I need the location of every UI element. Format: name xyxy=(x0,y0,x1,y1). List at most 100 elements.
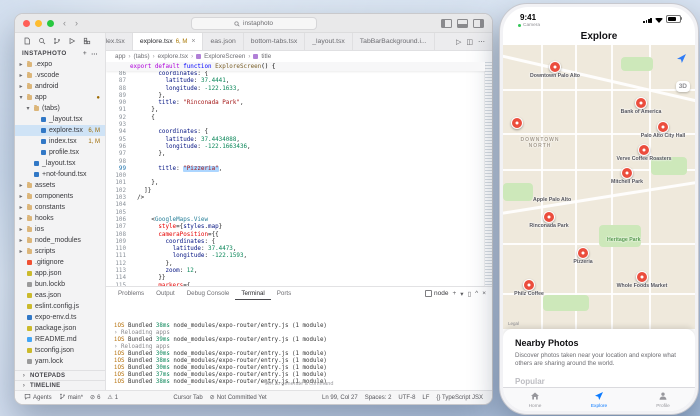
map-pin-pizzeria[interactable] xyxy=(577,247,589,259)
map-pin-downtown-palo-alto[interactable] xyxy=(549,61,561,73)
tree-item-expo[interactable]: ▸.expo xyxy=(15,59,105,70)
breadcrumb[interactable]: app›(tabs)›explore.tsx›ExploreScreen›tit… xyxy=(106,51,492,62)
tree-item-tsconfig-json[interactable]: tsconfig.json xyxy=(15,345,105,356)
map-pin-verve-coffee-roasters[interactable] xyxy=(638,144,650,156)
status-lf[interactable]: LF xyxy=(422,395,429,401)
status-typescript-jsx[interactable]: {} TypeScript JSX xyxy=(436,395,483,401)
activity-run-debug-icon[interactable] xyxy=(68,32,76,50)
split-terminal-icon[interactable]: ▾ xyxy=(460,290,463,298)
map-pin-philz-coffee[interactable] xyxy=(523,279,535,291)
maximize-panel-icon[interactable]: ^ xyxy=(475,290,478,297)
editor-tab-explore-tsx[interactable]: explore.tsx6, M× xyxy=(133,33,204,50)
close-window-button[interactable] xyxy=(23,20,30,27)
panel-tab-ports[interactable]: Ports xyxy=(271,287,297,300)
editor-tab-eas-json[interactable]: eas.json xyxy=(203,33,243,50)
terminal-output[interactable]: iOS Bundled 38ms node_modules/expo-route… xyxy=(106,300,492,390)
editor-more-actions-icon[interactable]: ⋯ xyxy=(478,38,485,46)
code-editor[interactable]: export default function ExploreScreen() … xyxy=(106,62,492,286)
titlebar[interactable]: ‹ › instaphoto xyxy=(15,14,492,33)
locate-me-button[interactable] xyxy=(676,53,687,64)
editor-tab-index-tsx[interactable]: index.tsx xyxy=(106,33,133,50)
breadcrumb-item-title[interactable]: title xyxy=(261,53,271,60)
status-utf-8[interactable]: UTF-8 xyxy=(398,395,415,401)
activity-extensions-icon[interactable] xyxy=(83,32,91,50)
tree-item-node-modules[interactable]: ▸node_modules xyxy=(15,235,105,246)
toggle-primary-sidebar-icon[interactable] xyxy=(441,19,452,28)
status-ln-99-col-27[interactable]: Ln 99, Col 27 xyxy=(322,395,358,401)
tree-item-profile-tsx[interactable]: profile.tsx xyxy=(15,147,105,158)
tree-item-bun-lockb[interactable]: bun.lockb xyxy=(15,279,105,290)
map-legal-link[interactable]: Legal xyxy=(508,321,519,326)
phone-tab-profile[interactable]: Profile xyxy=(631,388,695,411)
tree-item-gitignore[interactable]: .gitignore xyxy=(15,257,105,268)
kill-terminal-icon[interactable]: ▯ xyxy=(468,290,472,298)
map-pin-palo-alto-city-hall[interactable] xyxy=(657,121,669,133)
map-pin-mitchell-park[interactable] xyxy=(621,167,633,179)
status-main[interactable]: main* xyxy=(59,393,83,402)
editor-tab-bottom-tabs-tsx[interactable]: bottom-tabs.tsx xyxy=(244,33,305,50)
tree-item-not-found-tsx[interactable]: +not-found.tsx xyxy=(15,169,105,180)
map-pin-whole-foods-market[interactable] xyxy=(636,271,648,283)
nav-forward-icon[interactable]: › xyxy=(75,19,78,28)
phone-tab-explore[interactable]: Explore xyxy=(567,388,631,411)
map-view[interactable]: 3D Legal DOWNTOWN NORTHApple Palo AltoHe… xyxy=(503,45,695,329)
toggle-secondary-sidebar-icon[interactable] xyxy=(473,19,484,28)
status-agents[interactable]: Agents xyxy=(24,393,52,402)
map-pin-unlabeled[interactable] xyxy=(511,117,523,129)
run-icon[interactable]: ▷ xyxy=(456,38,461,46)
tree-item-ios[interactable]: ▸ios xyxy=(15,224,105,235)
close-panel-icon[interactable]: × xyxy=(482,290,486,297)
breadcrumb-item-app[interactable]: app xyxy=(115,53,126,60)
tree-item-yarn-lock[interactable]: yarn.lock xyxy=(15,356,105,367)
tree-item-index-tsx[interactable]: index.tsx1, M xyxy=(15,136,105,147)
phone-tab-home[interactable]: Home xyxy=(503,388,567,411)
tree-item-scripts[interactable]: ▸scripts xyxy=(15,246,105,257)
nav-back-icon[interactable]: ‹ xyxy=(63,19,66,28)
code-content[interactable]: coordinates: { latitude: 37.4441, longit… xyxy=(130,62,484,286)
tree-item-app-json[interactable]: app.json xyxy=(15,268,105,279)
terminal-shell-badge[interactable]: node xyxy=(425,290,448,297)
panel-tab-terminal[interactable]: Terminal xyxy=(235,287,270,300)
toggle-panel-icon[interactable] xyxy=(457,19,468,28)
zoom-window-button[interactable] xyxy=(47,20,54,27)
panel-tab-debug-console[interactable]: Debug Console xyxy=(181,287,236,300)
timeline-section[interactable]: ›TIMELINE xyxy=(15,380,105,390)
breadcrumb-item-explore-tsx[interactable]: explore.tsx xyxy=(158,53,188,60)
breadcrumb-item-explorescreen[interactable]: ExploreScreen xyxy=(204,53,245,60)
activity-search-icon[interactable] xyxy=(38,32,46,50)
tree-item-constants[interactable]: ▸constants xyxy=(15,202,105,213)
tree-item-layout-tsx[interactable]: _layout.tsx xyxy=(15,158,105,169)
command-center-search[interactable]: instaphoto xyxy=(191,17,317,30)
tree-item-explore-tsx[interactable]: explore.tsx6, M xyxy=(15,125,105,136)
panel-tab-output[interactable]: Output xyxy=(150,287,181,300)
tree-item-expo-env-d-ts[interactable]: expo-env.d.ts xyxy=(15,312,105,323)
map-3d-button[interactable]: 3D xyxy=(676,81,690,92)
tree-item-assets[interactable]: ▸assets xyxy=(15,180,105,191)
tree-item-app[interactable]: ▾app● xyxy=(15,92,105,103)
status-not-committed-yet[interactable]: ⊘Not Committed Yet xyxy=(210,394,267,401)
panel-tab-problems[interactable]: Problems xyxy=(112,287,150,300)
status-spaces-2[interactable]: Spaces: 2 xyxy=(365,395,392,401)
activity-source-control-icon[interactable] xyxy=(53,32,61,50)
tab-close-icon[interactable]: × xyxy=(191,38,195,45)
new-terminal-icon[interactable]: + xyxy=(453,290,457,297)
tree-item-readme-md[interactable]: README.md xyxy=(15,334,105,345)
tree-item-hooks[interactable]: ▸hooks xyxy=(15,213,105,224)
tree-item-eas-json[interactable]: eas.json xyxy=(15,290,105,301)
status-6[interactable]: ⊘6 xyxy=(90,394,100,401)
status-cursor-tab[interactable]: Cursor Tab xyxy=(173,395,202,401)
map-pin-rinconada-park[interactable] xyxy=(543,211,555,223)
tree-item-vscode[interactable]: ▸.vscode xyxy=(15,70,105,81)
notepads-section[interactable]: ›NOTEPADS xyxy=(15,370,105,380)
tree-item-package-json[interactable]: package.json xyxy=(15,323,105,334)
map-pin-bank-of-america[interactable] xyxy=(635,97,647,109)
minimap[interactable] xyxy=(484,62,492,286)
breadcrumb-item-tabs[interactable]: (tabs) xyxy=(134,53,150,60)
more-actions-icon[interactable]: ⋯ xyxy=(91,50,98,58)
editor-tab-layout-tsx[interactable]: _layout.tsx xyxy=(305,33,353,50)
tree-item-components[interactable]: ▸components xyxy=(15,191,105,202)
tree-item-tabs[interactable]: ▾(tabs) xyxy=(15,103,105,114)
minimize-window-button[interactable] xyxy=(35,20,42,27)
status-1[interactable]: ⚠1 xyxy=(107,394,118,401)
tree-item-layout-tsx[interactable]: _layout.tsx xyxy=(15,114,105,125)
